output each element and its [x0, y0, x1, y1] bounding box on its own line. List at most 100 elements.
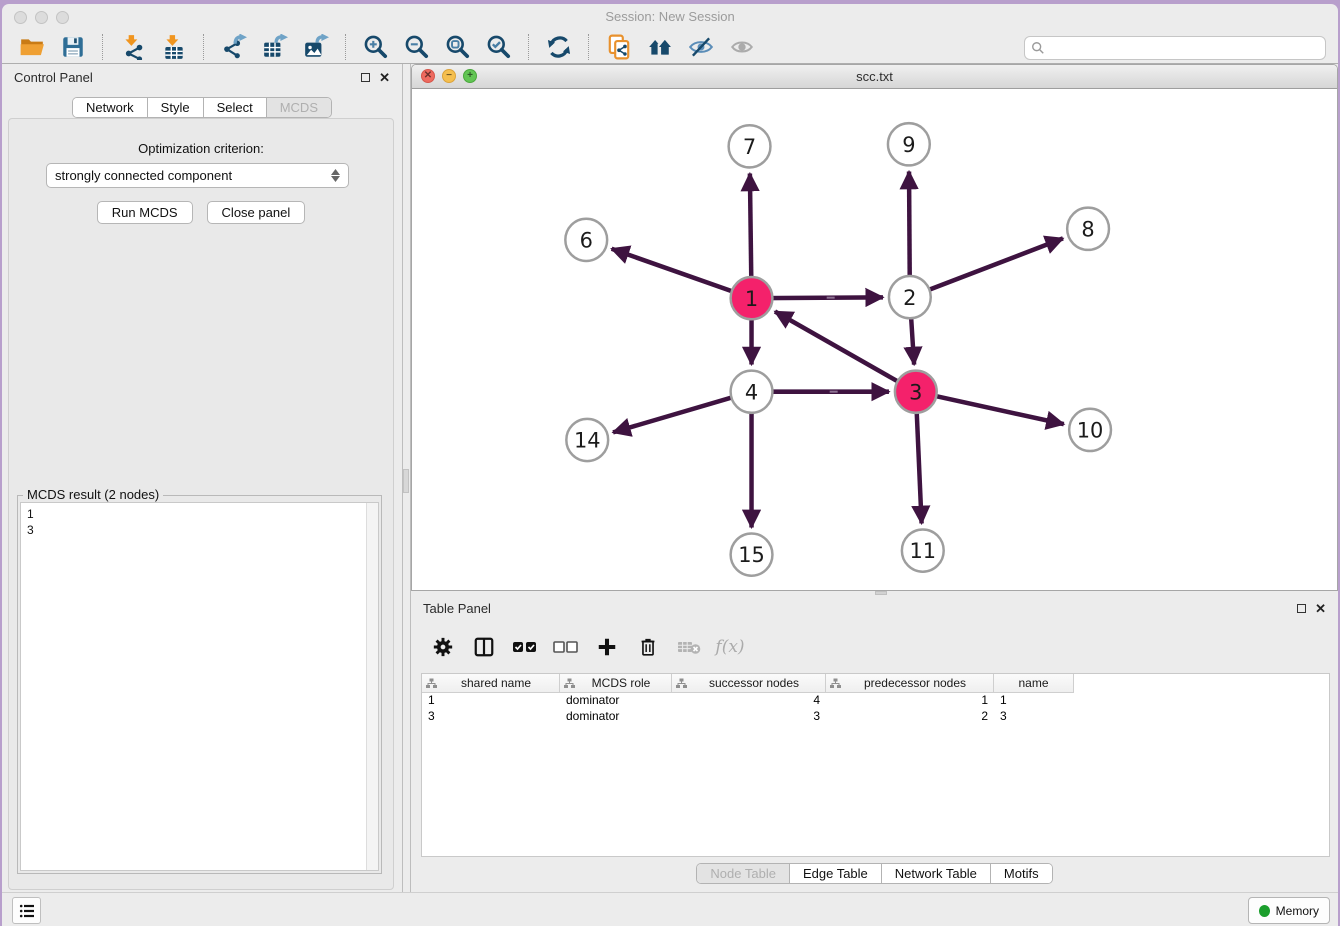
- column-header-successor-nodes[interactable]: successor nodes: [672, 674, 826, 693]
- graph-node-9[interactable]: 9: [888, 123, 930, 165]
- graph-edge-1-6[interactable]: [612, 249, 752, 298]
- graph-edge-3-10[interactable]: [916, 392, 1064, 424]
- splitter-handle[interactable]: [875, 591, 887, 595]
- criterion-select[interactable]: strongly connected component: [46, 163, 349, 188]
- import-table-button[interactable]: [160, 33, 187, 60]
- column-settings-button[interactable]: [429, 633, 457, 661]
- save-session-button[interactable]: [59, 33, 86, 60]
- first-neighbors-button[interactable]: [646, 33, 673, 60]
- mcds-result-text[interactable]: 13: [20, 502, 379, 871]
- search-field[interactable]: [1024, 36, 1326, 60]
- column-header-name[interactable]: name: [994, 674, 1074, 693]
- mcds-panel: Optimization criterion: strongly connect…: [8, 118, 394, 890]
- horizontal-splitter[interactable]: [411, 591, 1338, 595]
- task-history-button[interactable]: [12, 897, 41, 924]
- houses-icon: [647, 34, 673, 60]
- checked-boxes-icon: [512, 638, 538, 656]
- table-cell-name[interactable]: 3: [994, 709, 1074, 725]
- graph-node-2[interactable]: 2: [889, 276, 931, 318]
- new-network-from-selection-button[interactable]: [605, 33, 632, 60]
- tab-mcds[interactable]: MCDS: [266, 98, 331, 117]
- table-row[interactable]: 1dominator411: [422, 693, 1329, 709]
- graph-node-label: 1: [745, 286, 758, 311]
- zoom-fit-button[interactable]: [444, 33, 471, 60]
- trash-icon: [637, 636, 659, 658]
- table-cell-predecessor_nodes[interactable]: 2: [826, 709, 994, 725]
- graph-node-3[interactable]: 3: [895, 371, 937, 413]
- delete-table-button[interactable]: [675, 633, 703, 661]
- export-image-button[interactable]: [302, 33, 329, 60]
- tab-select[interactable]: Select: [203, 98, 266, 117]
- table-cell-predecessor_nodes[interactable]: 1: [826, 693, 994, 709]
- memory-button[interactable]: Memory: [1248, 897, 1330, 924]
- zoom-in-icon: [363, 34, 389, 60]
- function-builder-button[interactable]: f(x): [716, 633, 744, 661]
- import-network-button[interactable]: [119, 33, 146, 60]
- table-cell-name[interactable]: 1: [994, 693, 1074, 709]
- tab-motifs[interactable]: Motifs: [990, 864, 1052, 883]
- float-table-panel-button[interactable]: [1297, 604, 1306, 613]
- column-header-MCDS-role[interactable]: MCDS role: [560, 674, 672, 693]
- panel-mode-button[interactable]: [470, 633, 498, 661]
- delete-column-button[interactable]: [634, 633, 662, 661]
- graph-node-6[interactable]: 6: [565, 219, 607, 261]
- zoom-in-button[interactable]: [362, 33, 389, 60]
- tab-node-table[interactable]: Node Table: [697, 864, 789, 883]
- zoom-out-button[interactable]: [403, 33, 430, 60]
- run-mcds-button[interactable]: Run MCDS: [97, 201, 193, 224]
- app-title: Session: New Session: [2, 9, 1338, 24]
- graph-node-7[interactable]: 7: [729, 125, 771, 167]
- tab-style[interactable]: Style: [147, 98, 203, 117]
- export-network-button[interactable]: [220, 33, 247, 60]
- float-panel-button[interactable]: [361, 73, 370, 82]
- open-session-button[interactable]: [18, 33, 45, 60]
- show-all-button[interactable]: [728, 33, 755, 60]
- table-cell-mcds_role[interactable]: dominator: [560, 693, 672, 709]
- apply-preferred-layout-button[interactable]: [545, 33, 572, 60]
- zoom-selected-button[interactable]: [485, 33, 512, 60]
- table-cell-mcds_role[interactable]: dominator: [560, 709, 672, 725]
- network-maximize-button[interactable]: +: [463, 69, 477, 83]
- search-input[interactable]: [1049, 40, 1319, 56]
- export-network-icon: [221, 34, 247, 60]
- graph-node-label: 14: [574, 427, 601, 452]
- graph-node-11[interactable]: 11: [902, 529, 944, 571]
- graph-edge-3-1[interactable]: [775, 312, 916, 392]
- table-row[interactable]: 3dominator323: [422, 709, 1329, 725]
- splitter-handle[interactable]: [403, 469, 409, 493]
- control-panel-tabs: NetworkStyleSelectMCDS: [72, 97, 332, 118]
- graph-node-8[interactable]: 8: [1067, 208, 1109, 250]
- network-view-window: ✕ − + scc.txt 7968124314101511: [411, 64, 1338, 591]
- eye-slash-icon: [688, 34, 714, 60]
- graph-node-4[interactable]: 4: [731, 371, 773, 413]
- graph-node-14[interactable]: 14: [566, 419, 608, 461]
- graph-node-10[interactable]: 10: [1069, 409, 1111, 451]
- column-header-shared-name[interactable]: shared name: [422, 674, 560, 693]
- tab-network-table[interactable]: Network Table: [881, 864, 990, 883]
- tab-edge-table[interactable]: Edge Table: [789, 864, 881, 883]
- tab-network[interactable]: Network: [73, 98, 147, 117]
- graph-node-15[interactable]: 15: [731, 533, 773, 575]
- column-header-predecessor-nodes[interactable]: predecessor nodes: [826, 674, 994, 693]
- table-cell-shared_name[interactable]: 1: [422, 693, 560, 709]
- network-graph[interactable]: 7 9 6 8 1 2 4 3 14 10 15 11: [412, 89, 1337, 591]
- close-table-panel-icon[interactable]: ✕: [1315, 604, 1326, 613]
- table-cell-successor_nodes[interactable]: 3: [672, 709, 826, 725]
- table-cell-successor_nodes[interactable]: 4: [672, 693, 826, 709]
- close-panel-icon[interactable]: ✕: [379, 73, 390, 82]
- close-panel-button[interactable]: Close panel: [207, 201, 306, 224]
- network-minimize-button[interactable]: −: [442, 69, 456, 83]
- deselect-all-rows-button[interactable]: [552, 633, 580, 661]
- graph-node-1[interactable]: 1: [731, 277, 773, 319]
- graph-edge-2-8[interactable]: [910, 238, 1063, 297]
- toolbar-separator: [102, 34, 103, 60]
- export-table-button[interactable]: [261, 33, 288, 60]
- select-all-rows-button[interactable]: [511, 633, 539, 661]
- hide-selected-button[interactable]: [687, 33, 714, 60]
- add-column-button[interactable]: [593, 633, 621, 661]
- vertical-splitter[interactable]: [402, 64, 411, 893]
- table-cell-shared_name[interactable]: 3: [422, 709, 560, 725]
- network-close-button[interactable]: ✕: [421, 69, 435, 83]
- result-scrollbar[interactable]: [366, 503, 378, 870]
- network-canvas[interactable]: 7 9 6 8 1 2 4 3 14 10 15 11: [412, 89, 1337, 591]
